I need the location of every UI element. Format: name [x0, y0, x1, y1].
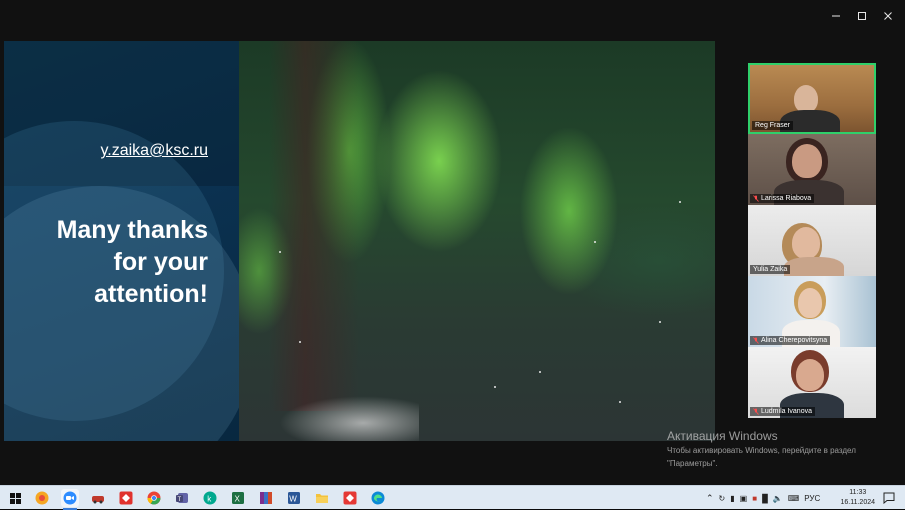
participant-tile[interactable]: Yulia Zaika — [748, 205, 876, 276]
minimize-button[interactable] — [823, 6, 849, 26]
tray-mic-icon[interactable]: ▮ — [730, 494, 734, 503]
taskbar-app-red-2[interactable] — [341, 489, 359, 507]
thanks-line-2: for your — [113, 248, 208, 276]
system-tray: ⌃ ↻ ▮ ▣ ■ █ 🔈 ⌨ РУС — [706, 486, 820, 510]
word-icon: W — [288, 492, 300, 504]
participant-name-label: Yulia Zaika — [750, 265, 791, 274]
taskbar-kaspersky[interactable]: k — [201, 489, 219, 507]
taskbar-zoom[interactable] — [61, 489, 79, 510]
shared-screen-slide: y.zaika@ksc.ru Many thanks for your atte… — [4, 41, 715, 441]
taskbar-clock[interactable]: 11:33 16.11.2024 — [840, 488, 875, 508]
muted-mic-icon — [753, 195, 759, 202]
participant-video — [792, 227, 820, 259]
activation-line-2: "Параметры". — [667, 459, 718, 468]
maximize-button[interactable] — [849, 6, 875, 26]
tray-chevron-up-icon[interactable]: ⌃ — [706, 493, 714, 504]
participant-tile[interactable]: Alina Cherepovitsyna — [748, 276, 876, 347]
windows-activation-watermark: Активация Windows Чтобы активировать Win… — [667, 429, 856, 469]
tray-app-icon[interactable]: ■ — [752, 494, 757, 503]
zoom-icon — [63, 491, 77, 505]
slide-text-panel: y.zaika@ksc.ru Many thanks for your atte… — [4, 41, 240, 441]
participant-name-label: Larissa Riabova — [750, 194, 815, 203]
participant-tile[interactable]: Ludmila Ivanova — [748, 347, 876, 418]
excel-icon: X — [232, 492, 244, 504]
taskbar-chrome[interactable] — [145, 489, 163, 507]
tray-monitor-icon[interactable]: ▣ — [740, 494, 748, 503]
svg-text:X: X — [235, 495, 241, 504]
slide-email-link[interactable]: y.zaika@ksc.ru — [100, 142, 208, 160]
red-app-icon — [343, 491, 357, 505]
taskbar-app-red-car[interactable] — [89, 489, 107, 507]
participant-video — [794, 85, 818, 113]
svg-text:W: W — [289, 495, 297, 504]
yandex-browser-icon — [35, 491, 49, 505]
windows-logo-icon — [9, 492, 21, 504]
tray-keyboard-icon[interactable]: ⌨ — [788, 494, 800, 503]
participant-video — [798, 288, 822, 318]
participant-name-label: Reg Fraser — [752, 121, 794, 130]
taskbar-edge[interactable] — [369, 489, 387, 507]
windows-start-button[interactable] — [6, 489, 24, 507]
zoom-window: y.zaika@ksc.ru Many thanks for your atte… — [0, 0, 905, 485]
activation-line-1: Чтобы активировать Windows, перейдите в … — [667, 446, 856, 455]
participant-gallery: Reg Fraser Larissa Riabova Yulia Zaika A… — [748, 63, 876, 418]
svg-text:T: T — [178, 497, 182, 503]
windows-taskbar: T k X W ⌃ ↻ ▮ ▣ ■ █ 🔈 ⌨ РУС 11:33 16.11.… — [0, 485, 905, 510]
taskbar-anydesk[interactable] — [117, 489, 135, 507]
teams-icon: T — [176, 493, 188, 503]
folder-icon — [316, 494, 328, 503]
taskbar-excel[interactable]: X — [229, 489, 247, 507]
winrar-icon — [260, 492, 272, 504]
participant-name-label: Alina Cherepovitsyna — [750, 336, 831, 345]
anydesk-icon — [119, 491, 133, 505]
notification-center-button[interactable] — [880, 489, 898, 507]
notification-icon — [883, 492, 895, 504]
taskbar-yandex-browser[interactable] — [33, 489, 51, 507]
tray-network-icon[interactable]: █ — [762, 494, 768, 503]
clock-date: 16.11.2024 — [840, 499, 875, 506]
participant-tile[interactable]: Larissa Riabova — [748, 134, 876, 205]
taskbar-winrar[interactable] — [257, 489, 275, 507]
aurora-photo — [239, 41, 715, 441]
car-app-icon — [92, 496, 104, 504]
window-controls — [823, 6, 901, 26]
thanks-line-1: Many thanks — [56, 216, 208, 244]
taskbar-file-explorer[interactable] — [313, 489, 331, 507]
taskbar-teams[interactable]: T — [173, 489, 191, 507]
tray-volume-icon[interactable]: 🔈 — [773, 494, 783, 503]
participant-video — [796, 359, 824, 391]
participant-video — [792, 144, 822, 178]
muted-mic-icon — [753, 337, 759, 344]
close-button[interactable] — [875, 6, 901, 26]
minimize-icon — [832, 15, 840, 17]
muted-mic-icon — [753, 408, 759, 415]
edge-icon — [371, 491, 385, 505]
thanks-line-3: attention! — [94, 280, 208, 308]
clock-time: 11:33 — [849, 489, 867, 496]
chrome-icon — [147, 491, 161, 505]
close-icon — [884, 12, 892, 20]
slide-thanks-text: Many thanks for your attention! — [57, 214, 208, 310]
tray-sync-icon[interactable]: ↻ — [719, 494, 726, 503]
activation-title: Активация Windows — [667, 429, 778, 443]
participant-name-label: Ludmila Ivanova — [750, 407, 815, 416]
tray-language[interactable]: РУС — [804, 494, 820, 503]
participant-tile[interactable]: Reg Fraser — [748, 63, 876, 134]
kaspersky-icon: k — [203, 491, 217, 505]
maximize-icon — [858, 12, 866, 20]
taskbar-word[interactable]: W — [285, 489, 303, 507]
